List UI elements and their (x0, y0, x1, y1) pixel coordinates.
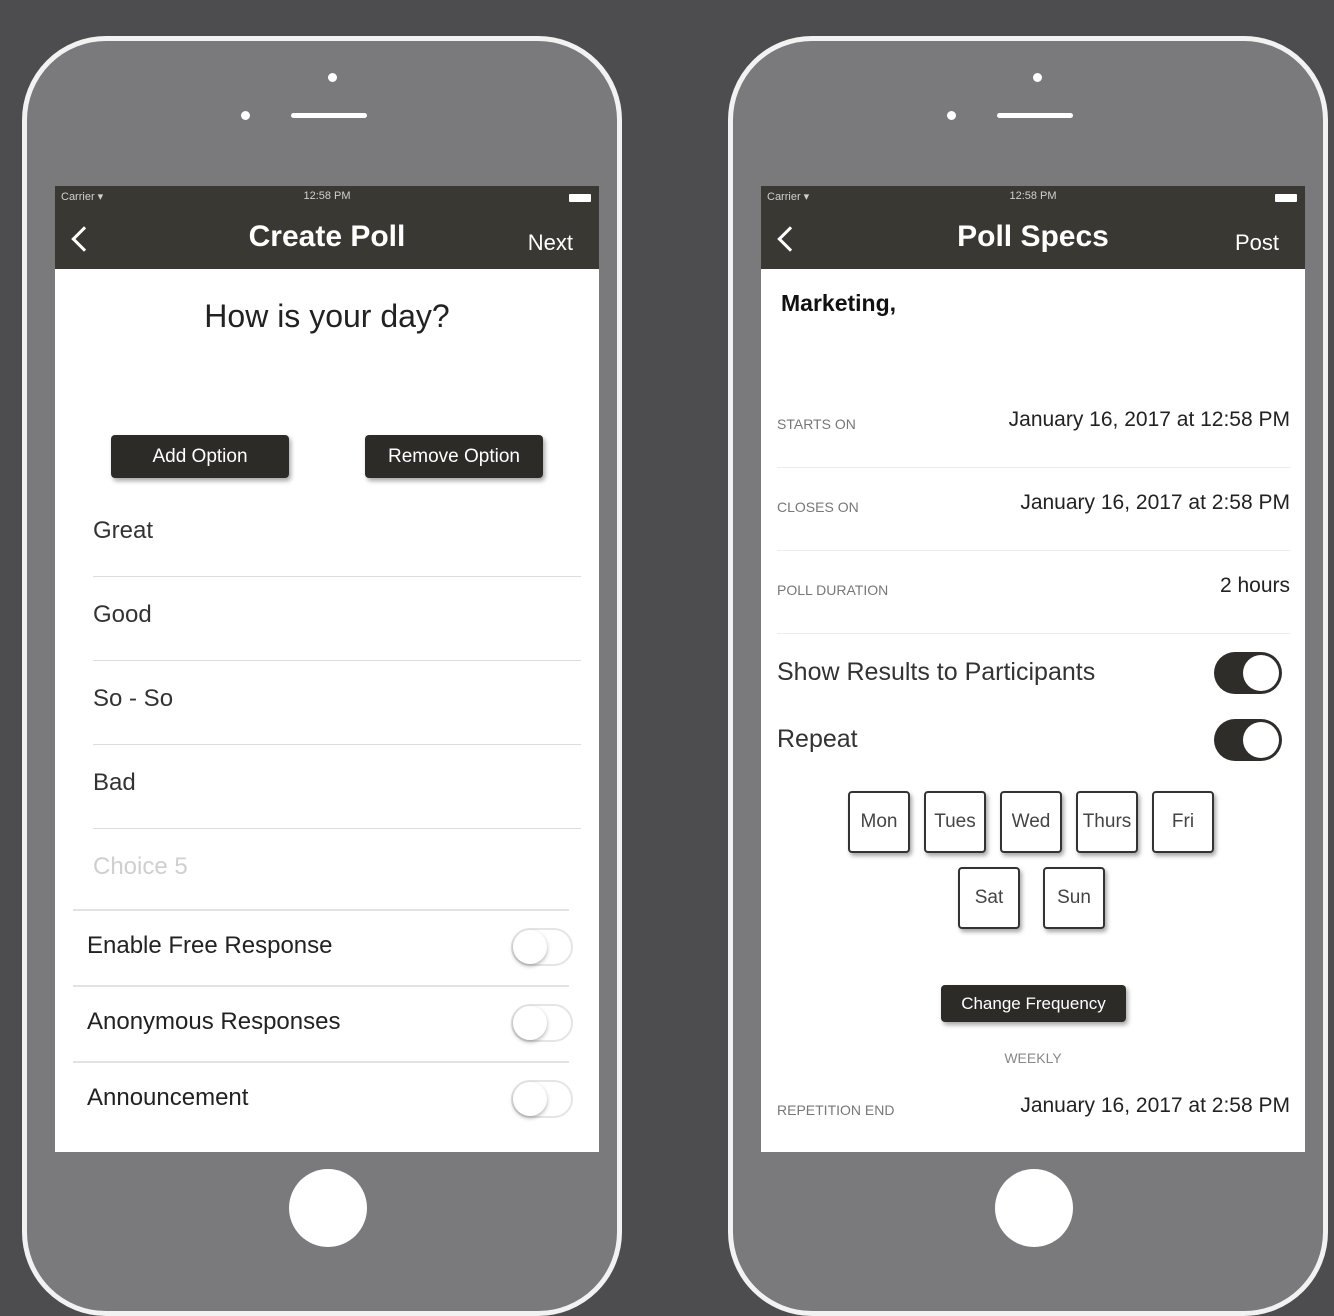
page-title: Poll Specs (957, 220, 1109, 253)
option-text: Great (93, 517, 154, 544)
announcement-row: Announcement (87, 1068, 573, 1128)
choice-input[interactable]: Choice 5 (93, 828, 581, 912)
day-button-tues[interactable]: Tues (924, 791, 986, 853)
option-text: So - So (93, 685, 174, 712)
frequency-label: WEEKLY (1004, 1050, 1062, 1066)
toggle-knob (1243, 722, 1279, 758)
toggle-label: Enable Free Response (87, 932, 333, 959)
toggle-knob (513, 1082, 547, 1116)
repeat-row: Repeat (777, 715, 1282, 765)
option-row[interactable]: Great (93, 492, 581, 577)
navigation-bar: Carrier ▾ 12:58 PM Poll Specs Post (761, 186, 1305, 269)
create-poll-screen: Carrier ▾ 12:58 PM Create Poll Next How … (55, 186, 599, 1152)
show-results-row: Show Results to Participants (777, 648, 1282, 698)
spec-label: STARTS ON (777, 416, 856, 432)
free-response-row: Enable Free Response (87, 916, 573, 976)
sensor-dot (241, 111, 250, 120)
status-time: 12:58 PM (1009, 190, 1057, 202)
option-row[interactable]: So - So (93, 660, 581, 745)
starts-on-row[interactable]: STARTS ON January 16, 2017 at 12:58 PM (777, 384, 1290, 468)
page-title: Create Poll (248, 220, 406, 253)
spec-label: REPETITION END (777, 1102, 895, 1118)
toggle-knob (513, 930, 547, 964)
battery-icon (569, 194, 591, 202)
remove-option-button[interactable]: Remove Option (365, 435, 543, 478)
poll-specs-screen: Carrier ▾ 12:58 PM Poll Specs Post Marke… (761, 186, 1305, 1152)
camera-dot (1033, 73, 1042, 82)
toggle-label: Anonymous Responses (87, 1008, 341, 1035)
battery-icon (1275, 194, 1297, 202)
option-row[interactable]: Good (93, 576, 581, 661)
change-frequency-button[interactable]: Change Frequency (941, 985, 1126, 1022)
spec-label: CLOSES ON (777, 499, 859, 515)
repetition-end-row[interactable]: REPETITION END January 16, 2017 at 2:58 … (777, 1070, 1290, 1152)
divider (73, 985, 569, 987)
sensor-dot (947, 111, 956, 120)
option-text: Good (93, 601, 152, 628)
group-name: Marketing, (781, 290, 897, 316)
switch-label: Repeat (777, 725, 858, 753)
poll-duration-row: POLL DURATION 2 hours (777, 550, 1290, 634)
day-button-sun[interactable]: Sun (1043, 867, 1105, 929)
option-text: Bad (93, 769, 136, 796)
toggle-knob (513, 1006, 547, 1040)
spec-label: POLL DURATION (777, 582, 889, 598)
speaker-grille (997, 113, 1073, 118)
day-button-wed[interactable]: Wed (1000, 791, 1062, 853)
next-button[interactable]: Next (528, 230, 573, 256)
spec-value: January 16, 2017 at 2:58 PM (1020, 1094, 1290, 1117)
toggle-knob (1243, 655, 1279, 691)
closes-on-row[interactable]: CLOSES ON January 16, 2017 at 2:58 PM (777, 467, 1290, 551)
navigation-bar: Carrier ▾ 12:58 PM Create Poll Next (55, 186, 599, 269)
show-results-toggle[interactable] (1214, 652, 1282, 694)
spec-value: January 16, 2017 at 12:58 PM (1008, 408, 1290, 431)
option-row[interactable]: Bad (93, 744, 581, 829)
day-button-mon[interactable]: Mon (848, 791, 910, 853)
choice-placeholder: Choice 5 (93, 853, 188, 880)
add-option-button[interactable]: Add Option (111, 435, 289, 478)
day-button-fri[interactable]: Fri (1152, 791, 1214, 853)
anonymous-responses-row: Anonymous Responses (87, 992, 573, 1052)
post-button[interactable]: Post (1235, 230, 1279, 256)
speaker-grille (291, 113, 367, 118)
toggle-label: Announcement (87, 1084, 249, 1111)
camera-dot (328, 73, 337, 82)
divider (73, 1061, 569, 1063)
spec-value: 2 hours (1219, 574, 1290, 597)
day-button-sat[interactable]: Sat (958, 867, 1020, 929)
day-button-thurs[interactable]: Thurs (1076, 791, 1138, 853)
divider (73, 909, 569, 911)
status-time: 12:58 PM (303, 190, 351, 202)
poll-question[interactable]: How is your day? (55, 298, 599, 335)
home-button[interactable] (289, 1169, 367, 1247)
phone-frame-right: Carrier ▾ 12:58 PM Poll Specs Post Marke… (728, 36, 1328, 1316)
repeat-toggle[interactable] (1214, 719, 1282, 761)
switch-label: Show Results to Participants (777, 658, 1096, 686)
announcement-toggle[interactable] (511, 1080, 573, 1118)
anonymous-responses-toggle[interactable] (511, 1004, 573, 1042)
home-button[interactable] (995, 1169, 1073, 1247)
spec-value: January 16, 2017 at 2:58 PM (1020, 491, 1290, 514)
phone-frame-left: Carrier ▾ 12:58 PM Create Poll Next How … (22, 36, 622, 1316)
free-response-toggle[interactable] (511, 928, 573, 966)
